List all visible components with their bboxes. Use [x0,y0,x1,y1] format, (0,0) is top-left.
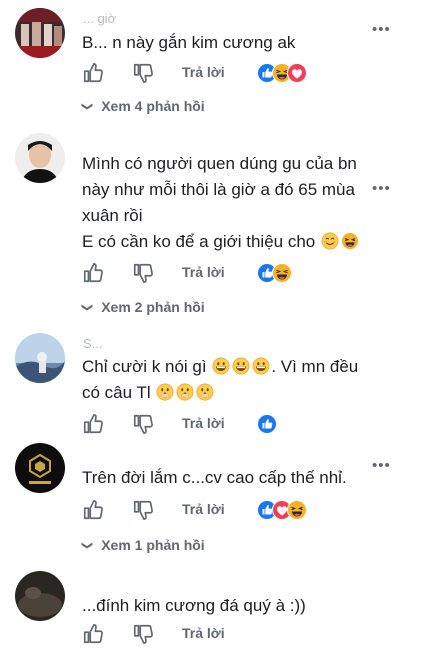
haha-reaction-icon [287,500,307,520]
love-reaction-icon [287,63,307,83]
comment-text: B... n này gắn kim cương ak [82,33,296,52]
thumbs-up-icon[interactable] [82,623,104,645]
haha-emoji-icon [341,232,359,250]
thumbs-up-icon[interactable] [82,413,104,435]
thumbs-down-icon[interactable] [132,413,154,435]
avatar-image [15,8,65,58]
more-options-icon[interactable]: ••• [372,457,391,474]
thumbs-up-icon[interactable] [82,262,104,284]
comment-meta: S... [83,336,103,351]
thumbs-down-icon[interactable] [132,623,154,645]
thumbs-up-icon[interactable] [82,499,104,521]
thumbs-down-icon[interactable] [132,62,154,84]
like-reaction-icon [257,414,277,434]
view-replies-link[interactable]: ❯ Xem 1 phản hồi [81,537,205,553]
chevron-down-icon: ❯ [81,540,94,551]
grin-emoji-icon [252,357,270,375]
avatar[interactable] [15,133,65,183]
view-replies-link[interactable]: ❯ Xem 4 phản hồi [81,98,205,114]
avatar[interactable] [15,333,65,383]
chevron-down-icon: ❯ [81,302,94,313]
avatar-image [15,571,65,621]
comment-text: ...đính kim cương đá quý à :)) [82,596,306,615]
chevron-down-icon: ❯ [81,101,94,112]
reply-button[interactable]: Trả lời [182,501,225,517]
avatar-image [15,333,65,383]
haha-reaction-icon [272,263,292,283]
avatar[interactable] [15,571,65,621]
reply-button[interactable]: Trả lời [182,625,225,641]
more-options-icon[interactable]: ••• [372,180,391,197]
yum-emoji-icon [321,232,339,250]
reply-button[interactable]: Trả lời [182,64,225,80]
comment-text: Chỉ cười k nói gì . Vì mn đều có câu Tl [82,357,359,402]
comment-text: Mình có người quen dúng gu của bn này nh… [82,151,407,255]
reply-button[interactable]: Trả lời [182,264,225,280]
avatar-image [15,443,65,493]
avatar[interactable] [15,8,65,58]
hush-emoji-icon [196,383,214,401]
comment-text: Trên đời lắm c...cv cao cấp thế nhỉ. [82,468,347,487]
grin-emoji-icon [212,357,230,375]
hush-emoji-icon [156,383,174,401]
avatar[interactable] [15,443,65,493]
more-options-icon[interactable]: ••• [372,21,391,38]
grin-emoji-icon [232,357,250,375]
thumbs-up-icon[interactable] [82,62,104,84]
thumbs-down-icon[interactable] [132,262,154,284]
comment-meta: ... giờ [83,11,117,26]
thumbs-down-icon[interactable] [132,499,154,521]
avatar-image [15,133,65,183]
reply-button[interactable]: Trả lời [182,415,225,431]
view-replies-link[interactable]: ❯ Xem 2 phản hồi [81,299,205,315]
hush-emoji-icon [176,383,194,401]
